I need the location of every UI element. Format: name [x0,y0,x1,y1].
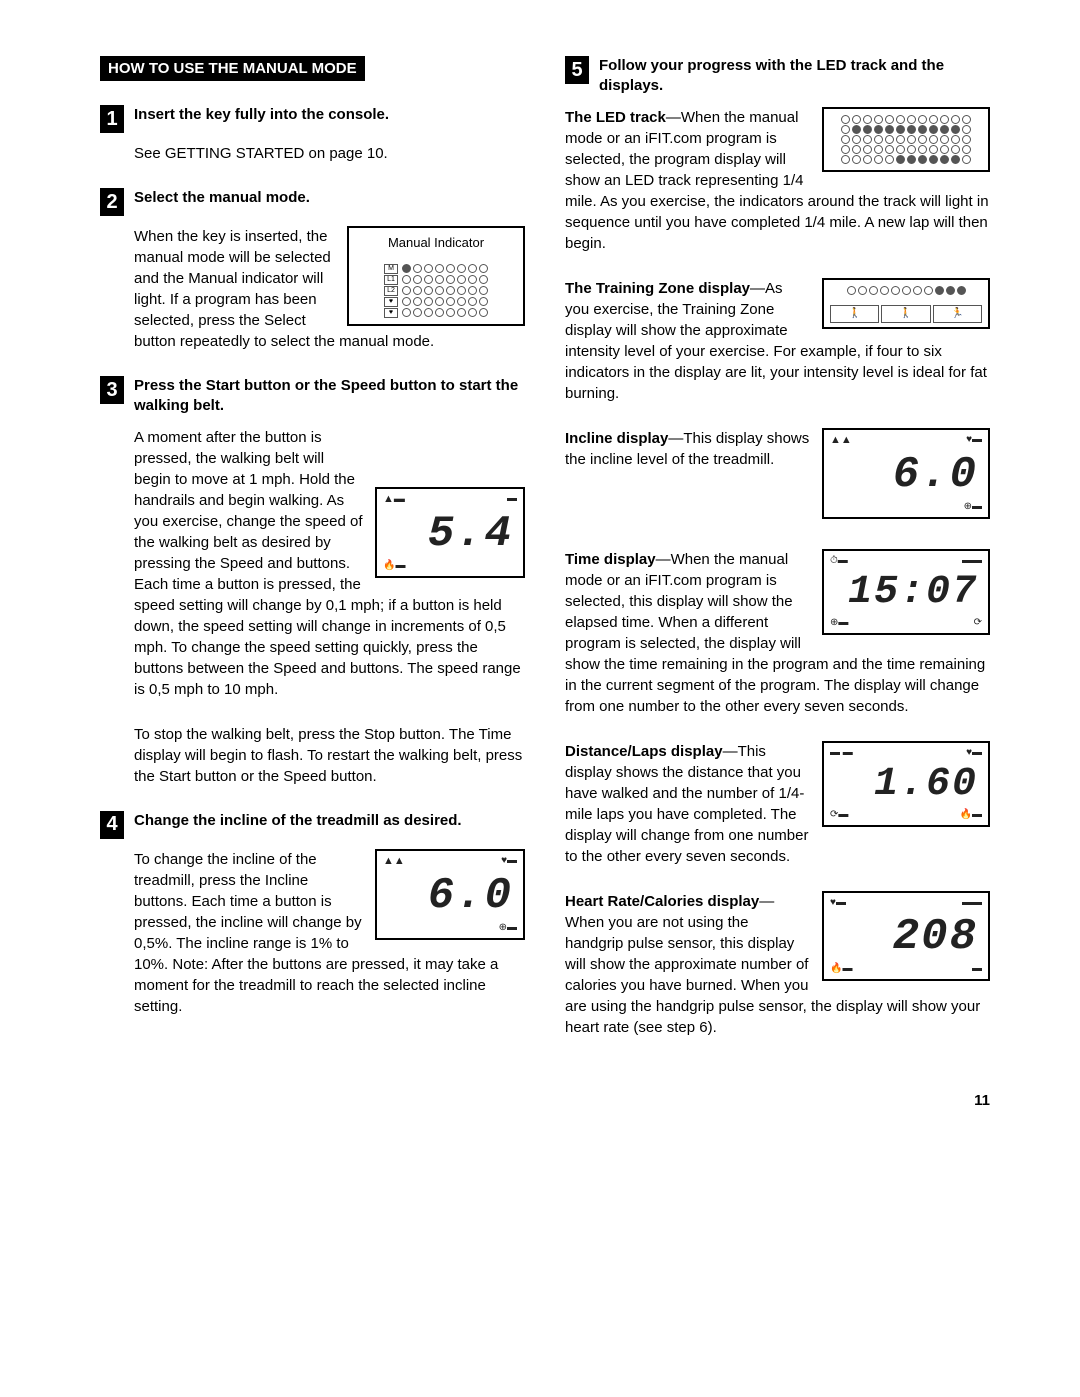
flame-icon: 🔥▬ [383,559,405,573]
mountain-icon: ▲▲ [830,433,852,448]
seven-segment-value: 1.60 [824,763,988,805]
step-title: Press the Start button or the Speed butt… [134,376,525,417]
bar-icon: ▬▬ [962,554,982,568]
figure-label: Manual Indicator [349,228,523,258]
label: Distance/Laps display [565,743,723,760]
heart-rate-section: ♥▬ ▬▬ 208 🔥▬ ▬ Heart Rate/Calories display… [565,891,990,1038]
step-number: 2 [100,188,124,216]
training-zone-figure: 🚶 🚶 🏃 [822,278,990,329]
walk-icon: 🚶 [830,305,879,323]
heart-icon: ♥▬ [830,896,846,910]
bar-icon: ⊕▬ [964,500,982,514]
clock-icon: ⏱▬ [830,554,848,568]
bar-icon: ▬▬ [962,896,982,910]
bar-icon: ⟳ [974,616,982,630]
left-column: HOW TO USE THE MANUAL MODE 1 Insert the … [100,56,525,1062]
incline-display-figure: ▲▲ ♥▬ 6.0 ⊕▬ [375,849,525,940]
step-3: 3 Press the Start button or the Speed bu… [100,376,525,417]
heart-icon: ♥▬ [966,746,982,760]
step-number: 5 [565,56,589,84]
seven-segment-value: 5.4 [377,510,523,556]
seven-segment-value: 208 [824,913,988,959]
step-number: 4 [100,811,124,839]
step-2-body: Manual Indicator M L1 L2 ♥ ♥ When the ke… [134,226,525,352]
label: Heart Rate/Calories display [565,893,759,910]
step-3-body: ▲▬▬ 5.4 🔥▬ A moment after the button is … [134,427,525,700]
manual-page: HOW TO USE THE MANUAL MODE 1 Insert the … [0,0,1080,1149]
run-icon: 🏃 [933,305,982,323]
incline-figure: ▲▲ ♥▬ 6.0 ⊕▬ [822,428,990,519]
seven-segment-value: 6.0 [824,451,988,497]
distance-figure: ▬ ▬ ♥▬ 1.60 ⟳▬ 🔥▬ [822,741,990,827]
distance-section: ▬ ▬ ♥▬ 1.60 ⟳▬ 🔥▬ Distance/Laps display—Th… [565,741,990,867]
time-figure: ⏱▬ ▬▬ 15:07 ⊕▬ ⟳ [822,549,990,635]
time-display-section: ⏱▬▬▬ 15:07 ⊕▬⟳ Time display—When the man… [565,549,990,717]
bar-icon: ▬ [972,962,982,976]
step-title: Follow your progress with the LED track … [599,56,990,97]
heart-rate-figure: ♥▬ ▬▬ 208 🔥▬ ▬ [822,891,990,981]
up-icon: ▲▬ [383,492,405,507]
speed-display-figure: ▲▬ ▬ 5.4 🔥▬ [375,487,525,578]
section-heading: HOW TO USE THE MANUAL MODE [100,56,365,81]
heart-icon: ♥▬ [501,854,517,869]
seven-segment-value: 6.0 [377,872,523,918]
led-track-section: The LED track—When the manual mode or an… [565,107,990,254]
step-5: 5 Follow your progress with the LED trac… [565,56,990,97]
step-1-body: See GETTING STARTED on page 10. [134,143,525,164]
label: The Training Zone display [565,280,750,297]
bar-icon: ▬ ▬ [830,746,853,760]
body-text: —This display shows the distance that yo… [565,743,808,865]
right-column: 5 Follow your progress with the LED trac… [565,56,990,1062]
heart-icon: ♥▬ [966,433,982,448]
flame-icon: 🔥▬ [830,962,852,976]
manual-indicator-figure: Manual Indicator M L1 L2 ♥ ♥ [347,226,525,326]
step-number: 1 [100,105,124,133]
step-1: 1 Insert the key fully into the console. [100,105,525,133]
step-title: Change the incline of the treadmill as d… [134,811,462,831]
flame-icon: 🔥▬ [960,808,982,822]
led-track-figure [822,107,990,172]
step-title: Insert the key fully into the console. [134,105,389,125]
bar-icon: ▬ [507,492,517,507]
led-matrix-icon: M L1 L2 ♥ ♥ [349,258,523,324]
label: Time display [565,551,656,568]
page-number: 11 [100,1092,990,1109]
step-number: 3 [100,376,124,404]
step-2: 2 Select the manual mode. [100,188,525,216]
bar-icon: ⊕▬ [499,921,517,935]
label: Incline display [565,430,668,447]
seven-segment-value: 15:07 [824,571,988,613]
label: The LED track [565,109,666,126]
walk-icon: 🚶 [881,305,930,323]
bar-icon: ⊕▬ [830,616,848,630]
step-4-body: ▲▲♥▬ 6.0 ⊕▬ To change the incline of the… [134,849,525,1017]
step-title: Select the manual mode. [134,188,310,208]
step-4: 4 Change the incline of the treadmill as… [100,811,525,839]
mountain-icon: ▲▲ [383,854,405,869]
training-zone-section: 🚶 🚶 🏃 The Training Zone display—As you e… [565,278,990,404]
step-3-body-2: To stop the walking belt, press the Stop… [134,724,525,787]
incline-display-section: ▲▲♥▬ 6.0 ⊕▬ Incline display—This display… [565,428,990,523]
bar-icon: ⟳▬ [830,808,848,822]
